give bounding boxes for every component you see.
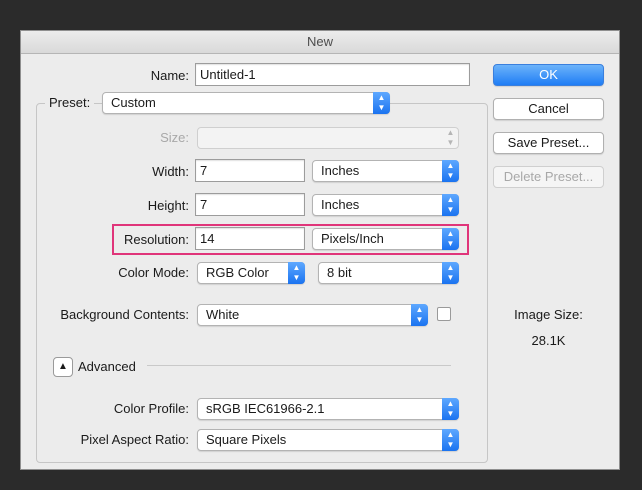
chevron-updown-icon: ▲ ▼	[446, 128, 455, 147]
advanced-separator	[147, 365, 451, 366]
chevron-updown-icon: ▲ ▼	[442, 160, 459, 182]
height-input[interactable]: 7	[195, 193, 305, 216]
color-mode-label: Color Mode:	[118, 265, 189, 280]
preset-label: Preset:	[45, 95, 95, 110]
save-preset-button[interactable]: Save Preset...	[493, 132, 604, 154]
color-mode-value: RGB Color	[206, 265, 269, 280]
triangle-up-icon: ▲	[58, 361, 68, 372]
width-input[interactable]: 7	[195, 159, 305, 182]
advanced-toggle[interactable]: ▲	[53, 357, 73, 377]
image-size-label: Image Size:	[514, 307, 583, 322]
color-profile-select[interactable]: sRGB IEC61966-2.1 ▲ ▼	[197, 398, 459, 420]
chevron-updown-icon: ▲ ▼	[288, 262, 305, 284]
cancel-button[interactable]: Cancel	[493, 98, 604, 120]
height-unit-value: Inches	[321, 197, 360, 212]
chevron-updown-icon: ▲ ▼	[373, 92, 390, 114]
background-contents-value: White	[206, 307, 240, 322]
new-document-dialog: New Name: Untitled-1 Preset: Custom ▲ ▼ S…	[20, 30, 620, 470]
background-color-swatch[interactable]	[437, 307, 451, 321]
name-label: Name:	[150, 68, 189, 83]
resolution-label: Resolution:	[123, 232, 189, 247]
chevron-updown-icon: ▲ ▼	[442, 429, 459, 451]
window-title: New	[21, 31, 619, 54]
chevron-updown-icon: ▲ ▼	[442, 228, 459, 250]
bit-depth-value: 8 bit	[327, 265, 352, 280]
height-unit-select[interactable]: Inches ▲ ▼	[312, 194, 459, 216]
background-contents-select[interactable]: White ▲ ▼	[197, 304, 428, 326]
name-input[interactable]: Untitled-1	[195, 63, 470, 86]
chevron-updown-icon: ▲ ▼	[442, 398, 459, 420]
color-profile-value: sRGB IEC61966-2.1	[206, 401, 325, 416]
preset-value: Custom	[111, 95, 156, 110]
background-contents-label: Background Contents:	[60, 307, 189, 322]
width-unit-select[interactable]: Inches ▲ ▼	[312, 160, 459, 182]
height-label: Height:	[147, 198, 189, 213]
resolution-unit-value: Pixels/Inch	[321, 231, 384, 246]
size-label: Size:	[160, 130, 189, 145]
chevron-updown-icon: ▲ ▼	[442, 194, 459, 216]
pixel-aspect-ratio-select[interactable]: Square Pixels ▲ ▼	[197, 429, 459, 451]
chevron-updown-icon: ▲ ▼	[442, 262, 459, 284]
bit-depth-select[interactable]: 8 bit ▲ ▼	[318, 262, 459, 284]
ok-button[interactable]: OK	[493, 64, 604, 86]
delete-preset-button: Delete Preset...	[493, 166, 604, 188]
resolution-input[interactable]: 14	[195, 227, 305, 250]
advanced-label: Advanced	[78, 359, 136, 374]
color-profile-label: Color Profile:	[113, 401, 189, 416]
image-size-value: 28.1K	[531, 333, 566, 348]
size-select: ▲ ▼	[197, 127, 459, 149]
color-mode-select[interactable]: RGB Color ▲ ▼	[197, 262, 305, 284]
resolution-unit-select[interactable]: Pixels/Inch ▲ ▼	[312, 228, 459, 250]
width-unit-value: Inches	[321, 163, 360, 178]
chevron-updown-icon: ▲ ▼	[411, 304, 428, 326]
preset-select[interactable]: Custom ▲ ▼	[102, 92, 390, 114]
pixel-aspect-ratio-label: Pixel Aspect Ratio:	[80, 432, 189, 447]
pixel-aspect-ratio-value: Square Pixels	[206, 432, 287, 447]
width-label: Width:	[152, 164, 189, 179]
